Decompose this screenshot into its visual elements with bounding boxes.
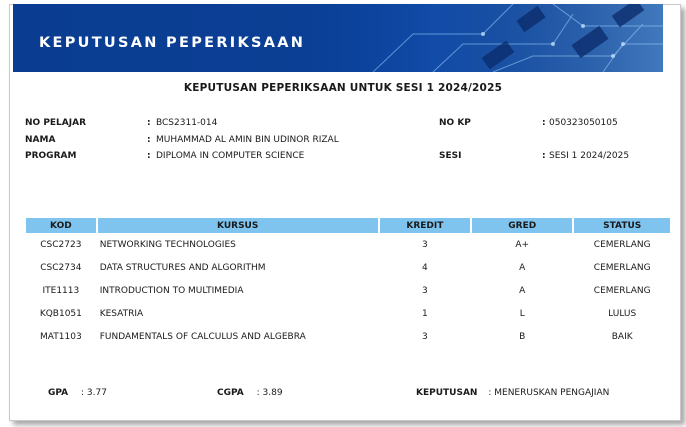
page-heading: KEPUTUSAN PEPERIKSAAN UNTUK SESI 1 2024/… bbox=[183, 82, 503, 94]
gpa-value: 3.77 bbox=[86, 388, 107, 398]
cell-status: CEMERLANG bbox=[593, 262, 651, 273]
separator: : bbox=[256, 388, 260, 398]
separator: : bbox=[542, 151, 546, 161]
header-kredit: KREDIT bbox=[379, 218, 471, 233]
cell-kursus: NETWORKING TECHNOLOGIES bbox=[99, 239, 236, 250]
cell-kredit: 1 bbox=[422, 308, 428, 319]
cell-kredit: 4 bbox=[422, 262, 428, 273]
no-kp-label: NO KP bbox=[439, 118, 471, 128]
program-value: DIPLOMA IN COMPUTER SCIENCE bbox=[156, 151, 305, 161]
cell-status: BAIK bbox=[611, 331, 633, 342]
cgpa-value: 3.89 bbox=[262, 388, 283, 398]
gpa-label: GPA bbox=[48, 388, 69, 398]
separator: : bbox=[81, 388, 85, 398]
program-label: PROGRAM bbox=[25, 151, 77, 161]
cell-gred: L bbox=[519, 308, 525, 319]
cell-kod: ITE1113 bbox=[42, 285, 80, 296]
nama-label: NAMA bbox=[25, 135, 56, 145]
cgpa-label: CGPA bbox=[217, 388, 244, 398]
table-row: ITE1113 INTRODUCTION TO MULTIMEDIA 3 A C… bbox=[26, 279, 670, 302]
sesi-label: SESI bbox=[439, 151, 462, 161]
keputusan-summary: KEPUTUSAN : MENERUSKAN PENGAJIAN bbox=[416, 388, 609, 398]
cell-kod: MAT1103 bbox=[40, 331, 82, 342]
separator: : bbox=[147, 151, 151, 161]
separator: : bbox=[147, 118, 151, 128]
cell-status: CEMERLANG bbox=[593, 239, 651, 250]
nama-value: MUHAMMAD AL AMIN BIN UDINOR RIZAL bbox=[156, 135, 339, 145]
cell-gred: B bbox=[519, 331, 526, 342]
cell-status: CEMERLANG bbox=[593, 285, 651, 296]
cell-gred: A bbox=[519, 285, 526, 296]
table-row: MAT1103 FUNDAMENTALS OF CALCULUS AND ALG… bbox=[26, 325, 670, 348]
keputusan-value: MENERUSKAN PENGAJIAN bbox=[494, 388, 610, 398]
cell-kod: CSC2734 bbox=[40, 262, 82, 273]
table-row: CSC2723 NETWORKING TECHNOLOGIES 3 A+ CEM… bbox=[26, 233, 670, 256]
results-table: KOD KURSUS KREDIT GRED STATUS CSC2723 NE… bbox=[24, 218, 672, 348]
cell-kursus: DATA STRUCTURES AND ALGORITHM bbox=[99, 262, 266, 273]
cell-status: LULUS bbox=[608, 308, 637, 319]
no-pelajar-value: BCS2311-014 bbox=[156, 118, 218, 128]
cell-kod: CSC2723 bbox=[40, 239, 82, 250]
header-status: STATUS bbox=[574, 218, 670, 233]
separator: : bbox=[488, 388, 492, 398]
header-gred: GRED bbox=[472, 218, 573, 233]
banner-title: KEPUTUSAN PEPERIKSAAN bbox=[39, 35, 306, 51]
sesi-value: SESI 1 2024/2025 bbox=[549, 151, 630, 161]
header-kod: KOD bbox=[26, 218, 96, 233]
cgpa-summary: CGPA : 3.89 bbox=[217, 388, 283, 398]
separator: : bbox=[542, 118, 546, 128]
cell-kursus: INTRODUCTION TO MULTIMEDIA bbox=[99, 285, 244, 296]
cell-gred: A bbox=[519, 262, 526, 273]
header-banner: KEPUTUSAN PEPERIKSAAN bbox=[13, 4, 663, 72]
gpa-summary: GPA : 3.77 bbox=[48, 388, 107, 398]
table-header-row: KOD KURSUS KREDIT GRED STATUS bbox=[26, 218, 670, 233]
cell-kredit: 3 bbox=[422, 239, 428, 250]
keputusan-label: KEPUTUSAN bbox=[416, 388, 478, 398]
header-kursus: KURSUS bbox=[97, 218, 378, 233]
cell-kursus: KESATRIA bbox=[99, 308, 144, 319]
cell-gred: A+ bbox=[515, 239, 530, 250]
cell-kredit: 3 bbox=[422, 285, 428, 296]
table-row: KQB1051 KESATRIA 1 L LULUS bbox=[26, 302, 670, 325]
no-pelajar-label: NO PELAJAR bbox=[25, 118, 87, 128]
cell-kod: KQB1051 bbox=[39, 308, 82, 319]
cell-kredit: 3 bbox=[422, 331, 428, 342]
cell-kursus: FUNDAMENTALS OF CALCULUS AND ALGEBRA bbox=[99, 331, 306, 342]
separator: : bbox=[147, 135, 151, 145]
table-row: CSC2734 DATA STRUCTURES AND ALGORITHM 4 … bbox=[26, 256, 670, 279]
no-kp-value: 050323050105 bbox=[549, 118, 618, 128]
